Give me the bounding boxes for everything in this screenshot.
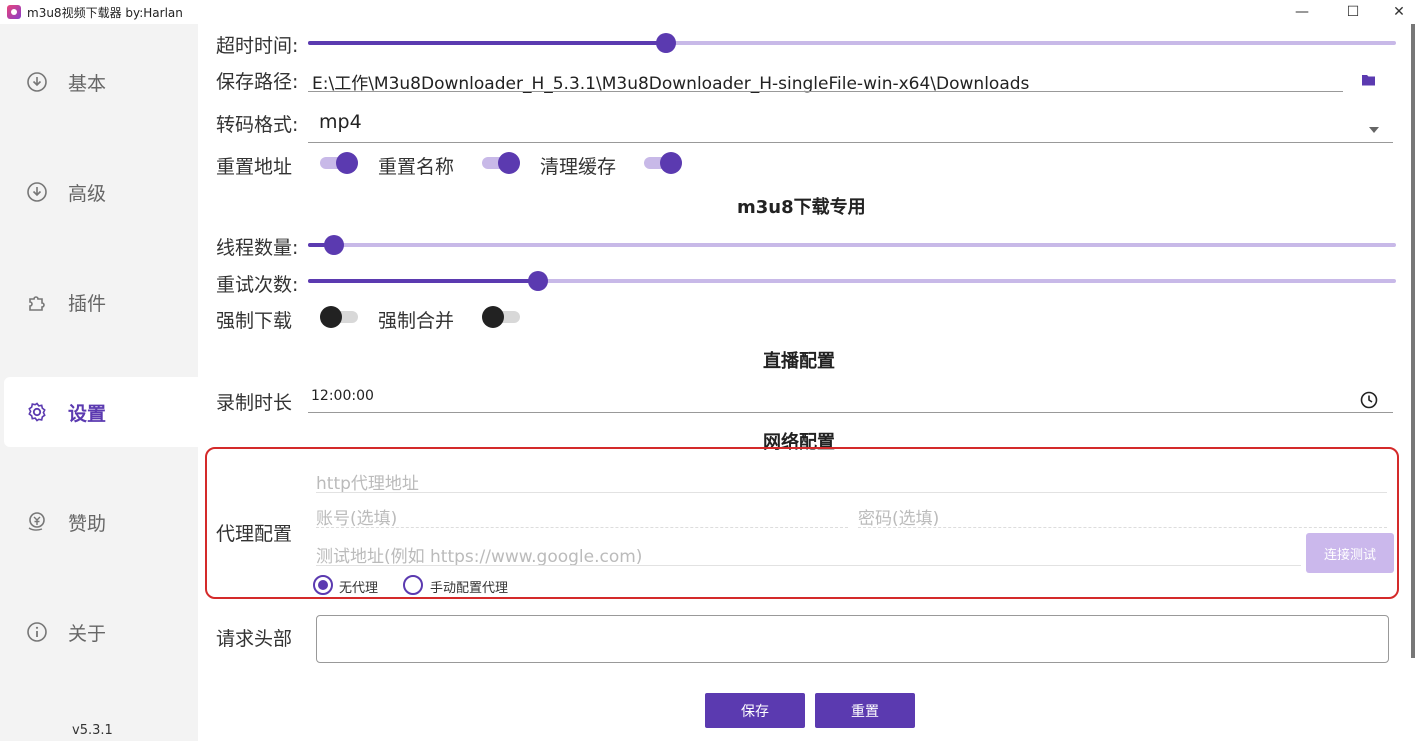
- slider-thumb[interactable]: [324, 235, 345, 255]
- proxy-address-underline: [316, 492, 1387, 493]
- slider-fill: [308, 41, 666, 45]
- sidebar-item-label: 插件: [68, 292, 107, 315]
- sidebar-item-donate[interactable]: 赞助: [4, 487, 198, 557]
- sidebar-item-advanced[interactable]: 高级: [4, 157, 198, 227]
- settings-panel: 超时时间: 保存路径: E:\工作\M3u8Downloader_H_5.3.1…: [198, 24, 1415, 741]
- donate-icon: [26, 511, 48, 533]
- live-section-title: 直播配置: [763, 351, 835, 372]
- app-logo-icon: [7, 5, 21, 19]
- clear-cache-label: 清理缓存: [540, 156, 617, 178]
- close-button[interactable]: ✕: [1376, 0, 1415, 24]
- maximize-button[interactable]: ☐: [1330, 0, 1376, 24]
- proxy-config-label: 代理配置: [216, 523, 293, 545]
- reset-url-label: 重置地址: [216, 156, 293, 178]
- record-duration-input[interactable]: 12:00:00: [311, 388, 374, 404]
- clock-icon[interactable]: [1360, 391, 1378, 413]
- timeout-slider[interactable]: [308, 33, 1396, 53]
- sidebar-item-basic[interactable]: 基本: [4, 47, 198, 117]
- threads-slider[interactable]: [308, 235, 1396, 255]
- format-select[interactable]: mp4: [319, 111, 362, 133]
- sidebar-item-label: 高级: [68, 182, 107, 205]
- timeout-label: 超时时间:: [216, 35, 299, 57]
- proxy-address-input[interactable]: http代理地址: [316, 469, 419, 494]
- dropdown-arrow-icon[interactable]: [1369, 118, 1379, 137]
- format-label: 转码格式:: [216, 114, 299, 136]
- sidebar: 基本 高级 插件 设置 赞助 关于 v5.3.1: [0, 24, 198, 741]
- connection-test-button[interactable]: 连接测试: [1306, 533, 1394, 573]
- sidebar-item-label: 赞助: [68, 512, 107, 535]
- info-icon: [26, 621, 48, 643]
- force-download-toggle[interactable]: [320, 306, 358, 328]
- save-path-label: 保存路径:: [216, 71, 299, 93]
- minimize-button[interactable]: —: [1279, 0, 1325, 24]
- window-title: m3u8视频下载器 by:Harlan: [27, 6, 183, 20]
- folder-icon[interactable]: [1362, 71, 1376, 90]
- reset-name-label: 重置名称: [378, 156, 455, 178]
- force-merge-toggle[interactable]: [482, 306, 520, 328]
- sidebar-item-label: 设置: [68, 402, 107, 425]
- no-proxy-radio[interactable]: [313, 575, 333, 595]
- sidebar-item-label: 关于: [68, 622, 107, 645]
- force-download-label: 强制下载: [216, 310, 293, 332]
- reset-url-toggle[interactable]: [320, 152, 358, 174]
- save-path-underline: [308, 91, 1343, 92]
- sidebar-item-label: 基本: [68, 72, 107, 95]
- retries-slider[interactable]: [308, 271, 1396, 291]
- download-circle-icon: [26, 181, 48, 203]
- m3u8-section-title: m3u8下载专用: [737, 197, 866, 218]
- sidebar-item-about[interactable]: 关于: [4, 597, 198, 667]
- sidebar-item-settings[interactable]: 设置: [4, 377, 198, 447]
- request-headers-input[interactable]: [316, 615, 1389, 663]
- reset-name-toggle[interactable]: [482, 152, 520, 174]
- record-duration-label: 录制时长: [216, 392, 293, 414]
- password-input[interactable]: 密码(选填): [858, 504, 939, 529]
- title-bar: m3u8视频下载器 by:Harlan — ☐ ✕: [0, 0, 1415, 24]
- clear-cache-toggle[interactable]: [644, 152, 682, 174]
- record-duration-underline: [308, 412, 1393, 413]
- force-merge-label: 强制合并: [378, 310, 455, 332]
- save-button[interactable]: 保存: [705, 693, 805, 728]
- username-input[interactable]: 账号(选填): [316, 504, 397, 529]
- retries-label: 重试次数:: [216, 274, 299, 296]
- format-underline: [308, 142, 1393, 143]
- test-url-underline: [316, 565, 1301, 566]
- threads-label: 线程数量:: [216, 237, 299, 259]
- version-label: v5.3.1: [72, 723, 113, 738]
- manual-proxy-label: 手动配置代理: [430, 581, 509, 596]
- username-underline: [316, 527, 848, 528]
- slider-thumb[interactable]: [655, 33, 676, 53]
- download-circle-icon: [26, 71, 48, 93]
- sidebar-item-plugins[interactable]: 插件: [4, 267, 198, 337]
- manual-proxy-radio[interactable]: [403, 575, 423, 595]
- request-headers-label: 请求头部: [216, 628, 293, 650]
- gear-icon: [26, 401, 48, 423]
- scrollbar[interactable]: [1411, 24, 1415, 658]
- no-proxy-label: 无代理: [339, 581, 379, 596]
- reset-button[interactable]: 重置: [815, 693, 915, 728]
- slider-thumb[interactable]: [527, 271, 548, 291]
- test-url-input[interactable]: 测试地址(例如 https://www.google.com): [316, 542, 642, 567]
- password-underline: [858, 527, 1387, 528]
- puzzle-icon: [26, 291, 48, 313]
- slider-fill: [308, 279, 538, 283]
